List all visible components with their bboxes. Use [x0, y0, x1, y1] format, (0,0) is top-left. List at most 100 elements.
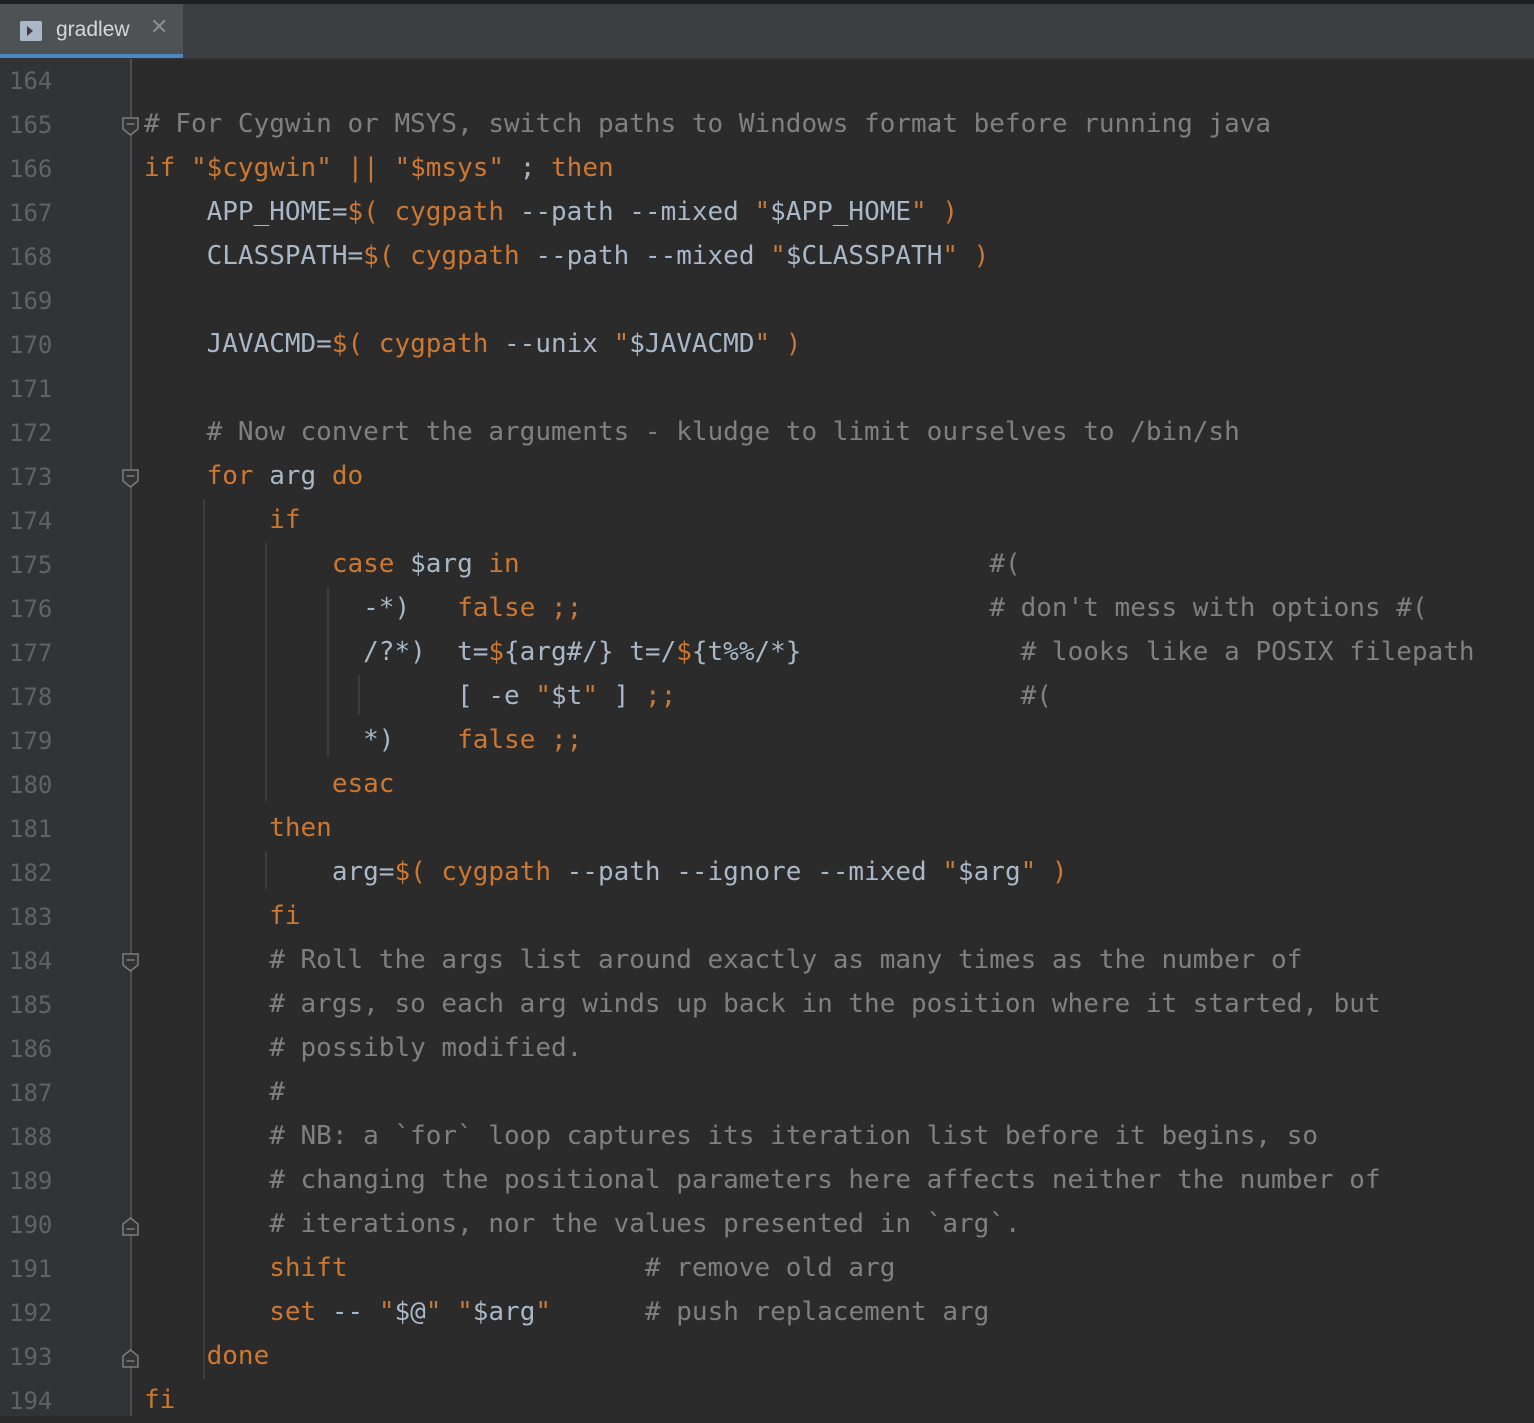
- keyword-token: do: [331, 461, 364, 491]
- tab-gradlew[interactable]: gradlew ✕: [0, 4, 183, 58]
- keyword-token: ": [378, 1297, 395, 1327]
- code-line[interactable]: 169: [0, 279, 1534, 323]
- comment-token: # Now convert the arguments - kludge to …: [144, 417, 1240, 447]
- code-line[interactable]: 193 done: [0, 1335, 1534, 1379]
- line-number: 194: [9, 1387, 53, 1415]
- line-number: 178: [9, 683, 53, 711]
- code-line[interactable]: 173 for arg do: [0, 455, 1534, 499]
- text-token: ;: [519, 153, 552, 183]
- keyword-token: then: [144, 813, 332, 843]
- comment-token: # For Cygwin or MSYS, switch paths to Wi…: [144, 109, 1272, 139]
- code-text: #: [144, 1076, 285, 1108]
- line-number: 192: [9, 1299, 53, 1327]
- fold-collapse-icon[interactable]: [122, 953, 139, 972]
- code-line[interactable]: 187 #: [0, 1071, 1534, 1115]
- code-line[interactable]: 167 APP_HOME=$( cygpath --path --mixed "…: [0, 191, 1534, 235]
- text-token: [ -e: [144, 681, 536, 711]
- code-line[interactable]: 170 JAVACMD=$( cygpath --unix "$JAVACMD"…: [0, 323, 1534, 367]
- code-text: # changing the positional parameters her…: [144, 1164, 1381, 1196]
- code-line[interactable]: 164: [0, 59, 1534, 103]
- keyword-token: ": [613, 329, 630, 359]
- code-line[interactable]: 176 -*) false ;; # don't mess with optio…: [0, 587, 1534, 631]
- code-line[interactable]: 168 CLASSPATH=$( cygpath --path --mixed …: [0, 235, 1534, 279]
- fold-collapse-icon[interactable]: [122, 117, 139, 136]
- code-line[interactable]: 179 *) false ;;: [0, 719, 1534, 763]
- text-token: $APP_HOME: [770, 197, 912, 227]
- line-number: 176: [9, 595, 53, 623]
- fold-collapse-icon[interactable]: [122, 469, 139, 488]
- code-text: *) false ;;: [144, 724, 582, 756]
- text-token: /?*) t=: [144, 637, 489, 667]
- code-line[interactable]: 188 # NB: a `for` loop captures its iter…: [0, 1115, 1534, 1159]
- keyword-token: $: [488, 637, 505, 667]
- keyword-token: ;;: [644, 681, 677, 711]
- comment-token: # NB: a `for` loop captures its iteratio…: [144, 1121, 1318, 1151]
- line-number: 179: [9, 727, 53, 755]
- text-token: --unix: [504, 329, 614, 359]
- code-line[interactable]: 183 fi: [0, 895, 1534, 939]
- text-token: CLASSPATH=: [144, 241, 364, 271]
- keyword-token: " ): [911, 197, 959, 227]
- code-text: # Roll the args list around exactly as m…: [144, 944, 1302, 976]
- keyword-token: ": [582, 681, 614, 711]
- line-number: 193: [9, 1343, 53, 1371]
- code-text: if: [144, 504, 300, 536]
- code-text: shift # remove old arg: [144, 1252, 895, 1284]
- code-line[interactable]: 172 # Now convert the arguments - kludge…: [0, 411, 1534, 455]
- code-line[interactable]: 192 set -- "$@" "$arg" # push replacemen…: [0, 1291, 1534, 1335]
- code-line[interactable]: 180 esac: [0, 763, 1534, 807]
- code-line[interactable]: 186 # possibly modified.: [0, 1027, 1534, 1071]
- fold-end-icon[interactable]: [122, 1217, 139, 1236]
- keyword-token: ": [770, 241, 786, 271]
- code-text: # Now convert the arguments - kludge to …: [144, 416, 1240, 448]
- keyword-token: shift: [144, 1253, 348, 1283]
- line-number: 164: [9, 67, 53, 95]
- code-text: [ -e "$t" ] ;; #(: [144, 680, 1052, 712]
- keyword-token: then: [551, 153, 614, 183]
- line-number: 185: [9, 991, 53, 1019]
- comment-token: # changing the positional parameters her…: [144, 1165, 1381, 1195]
- text-token: -*): [144, 593, 458, 623]
- code-line[interactable]: 190 # iterations, nor the values present…: [0, 1203, 1534, 1247]
- text-token: $@: [394, 1297, 426, 1327]
- code-line[interactable]: 184 # Roll the args list around exactly …: [0, 939, 1534, 983]
- line-number: 186: [9, 1035, 53, 1063]
- code-line[interactable]: 182 arg=$( cygpath --path --ignore --mix…: [0, 851, 1534, 895]
- text-token: {t%%/*}: [691, 637, 802, 667]
- line-number: 167: [9, 199, 53, 227]
- code-line[interactable]: 189 # changing the positional parameters…: [0, 1159, 1534, 1203]
- line-number: 181: [9, 815, 53, 843]
- code-text: then: [144, 812, 332, 844]
- keyword-token: " ): [754, 329, 802, 359]
- code-line[interactable]: 194 fi: [0, 1379, 1534, 1423]
- line-number: 188: [9, 1123, 53, 1151]
- close-icon[interactable]: ✕: [150, 17, 168, 39]
- keyword-token: done: [144, 1341, 270, 1371]
- code-line[interactable]: 181 then: [0, 807, 1534, 851]
- code-line[interactable]: 174 if: [0, 499, 1534, 543]
- code-line[interactable]: 177 /?*) t=${arg#/} t=/${t%%/*} # looks …: [0, 631, 1534, 675]
- code-line[interactable]: 171: [0, 367, 1534, 411]
- line-number: 180: [9, 771, 53, 799]
- line-number: 165: [9, 111, 53, 139]
- code-line[interactable]: 165 # For Cygwin or MSYS, switch paths to…: [0, 103, 1534, 147]
- code-editor[interactable]: 164 165 # For Cygwin or MSYS, switch paths…: [0, 59, 1534, 1416]
- fold-end-icon[interactable]: [122, 1349, 139, 1368]
- line-number: 191: [9, 1255, 53, 1283]
- code-line[interactable]: 178 [ -e "$t" ] ;; #(: [0, 675, 1534, 719]
- code-line[interactable]: 191 shift # remove old arg: [0, 1247, 1534, 1291]
- code-text: # iterations, nor the values presented i…: [144, 1208, 1020, 1240]
- code-line[interactable]: 185 # args, so each arg winds up back in…: [0, 983, 1534, 1027]
- keyword-token: ": [942, 857, 958, 887]
- keyword-token: fi: [144, 1385, 176, 1415]
- text-token: --: [331, 1297, 379, 1327]
- code-text: /?*) t=${arg#/} t=/${t%%/*} # looks like…: [144, 636, 1474, 668]
- code-text: for arg do: [144, 460, 364, 492]
- code-line[interactable]: 175 case $arg in #(: [0, 543, 1534, 587]
- keyword-token: esac: [144, 769, 395, 799]
- code-line[interactable]: 166 if "$cygwin" || "$msys" ; then: [0, 147, 1534, 191]
- code-text: CLASSPATH=$( cygpath --path --mixed "$CL…: [144, 240, 990, 272]
- terminal-icon: [20, 21, 42, 41]
- keyword-token: ": [535, 1297, 552, 1327]
